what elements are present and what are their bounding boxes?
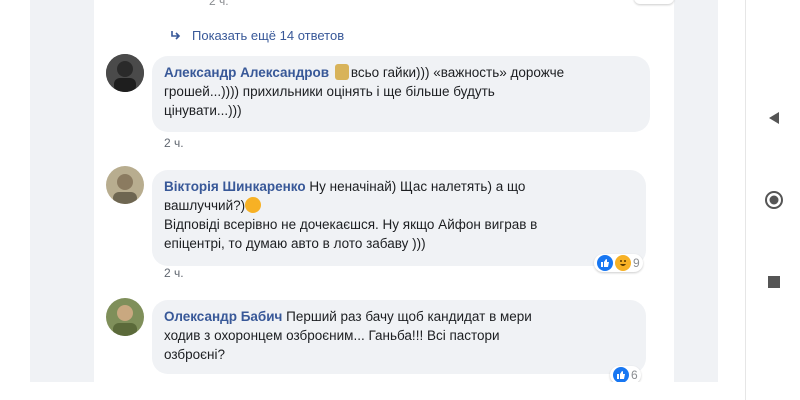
comment-author[interactable]: Олександр Бабич	[164, 309, 282, 324]
recents-icon	[767, 276, 780, 288]
bottom-area	[0, 382, 745, 400]
show-more-replies-link[interactable]: Показать ещё 14 ответов	[170, 28, 344, 43]
previous-comment-reactions[interactable]	[634, 0, 674, 4]
avatar-photo-icon	[106, 54, 144, 92]
system-navigation-bar	[745, 0, 800, 400]
post-card: 2 ч. Показать ещё 14 ответов Александр А…	[94, 0, 674, 382]
screen: 2 ч. Показать ещё 14 ответов Александр А…	[0, 0, 800, 400]
comment-text: Відповіді всерівно не дочекаєшся. Ну якщ…	[164, 217, 538, 232]
recents-button[interactable]	[746, 262, 800, 302]
previous-comment-timestamp[interactable]: 2 ч.	[209, 0, 229, 8]
home-icon	[764, 191, 783, 209]
comment-author[interactable]: Вікторія Шинкаренко	[164, 179, 306, 194]
like-icon	[613, 367, 629, 382]
avatar[interactable]	[106, 54, 144, 92]
reaction-count: 9	[633, 256, 640, 270]
comment-text: грошей...)))) прихильники оцінять і ще б…	[164, 84, 495, 99]
back-icon	[768, 112, 779, 124]
reactions-summary[interactable]: 9	[594, 254, 643, 272]
avatar[interactable]	[106, 298, 144, 336]
avatar-photo-icon	[106, 298, 144, 336]
comment-text: епіцентрі, то думаю авто в лото забаву )…	[164, 236, 426, 251]
reaction-count: 6	[631, 368, 638, 382]
comment-timestamp[interactable]: 2 ч.	[164, 136, 184, 150]
comments-feed[interactable]: 2 ч. Показать ещё 14 ответов Александр А…	[30, 0, 718, 382]
comment-text: цінувати...)))	[164, 103, 242, 118]
comment-timestamp[interactable]: 2 ч.	[164, 266, 184, 280]
haha-icon	[615, 255, 631, 271]
comment-text: Ну неначінай) Щас налетять) а що	[309, 179, 526, 194]
back-button[interactable]	[746, 98, 800, 138]
person-emoji-icon	[334, 64, 349, 80]
home-button[interactable]	[746, 180, 800, 220]
comment-author[interactable]: Александр Александров	[164, 65, 329, 80]
left-gutter	[0, 0, 30, 385]
reactions-summary[interactable]: 6	[610, 366, 641, 382]
like-icon	[597, 255, 613, 271]
comment-text: вашлуччий?)	[164, 198, 246, 213]
comment-text: Перший раз бачу щоб кандидат в мери	[286, 309, 532, 324]
comment-bubble: Олександр Бабич Перший раз бачу щоб канд…	[152, 300, 646, 374]
avatar-photo-icon	[106, 166, 144, 204]
comment-bubble: Александр Александров всьо гайки))) «важ…	[152, 56, 650, 132]
avatar[interactable]	[106, 166, 144, 204]
laughing-emoji-icon	[245, 197, 262, 213]
comment-bubble: Вікторія Шинкаренко Ну неначінай) Щас на…	[152, 170, 646, 266]
comment-text: ходив з охоронцем озброєним... Ганьба!!!…	[164, 328, 500, 343]
comment-text: озброєні?	[164, 347, 225, 362]
comment-text: всьо гайки))) «важность» дорожче	[350, 65, 565, 80]
reply-arrow-icon	[171, 30, 181, 40]
show-more-replies-label: Показать ещё 14 ответов	[192, 28, 345, 43]
